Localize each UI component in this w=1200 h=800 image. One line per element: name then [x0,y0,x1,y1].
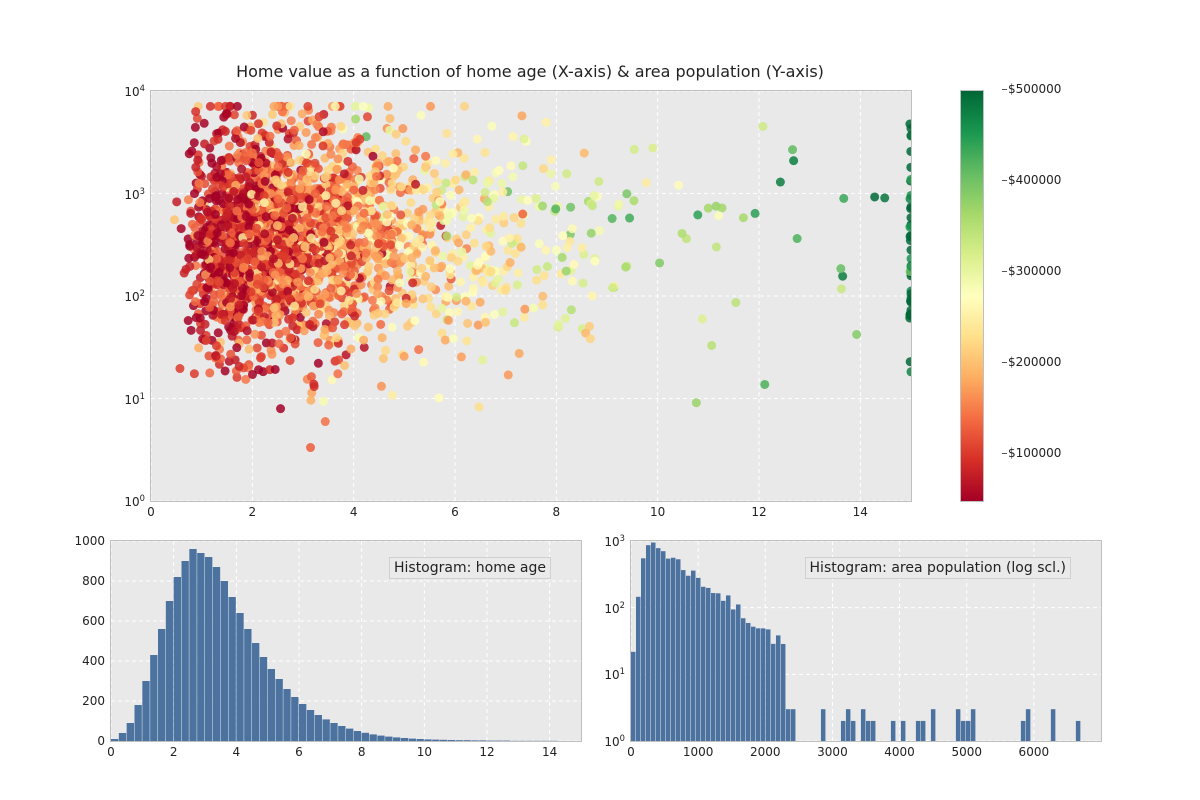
hist-pop-label: Histogram: area population (log scl.) [805,557,1071,579]
hist-age-xtick: 10 [417,745,432,759]
scatter-ytick-1e0: 100 [124,493,145,509]
scatter-xtick: 12 [751,505,766,519]
scatter-xtick: 2 [248,505,256,519]
hist-age-label: Histogram: home age [389,557,551,579]
hist-age-ytick: 200 [82,694,105,708]
scatter-xtick: 14 [853,505,868,519]
hist-age-ytick: 800 [82,574,105,588]
hist-age-ytick: 400 [82,654,105,668]
scatter-xtick: 10 [650,505,665,519]
hist-age-xtick: 2 [170,745,178,759]
hist-age-xtick: 6 [295,745,303,759]
hist-age-xtick: 0 [107,745,115,759]
colorbar-ticks: $100000$200000$300000$400000$500000 [982,90,1072,500]
scatter-canvas [151,91,911,501]
hist-pop-xtick: 5000 [951,745,982,759]
hist-age-xtick: 14 [542,745,557,759]
hist-pop-ytick-1e2: 102 [604,600,625,616]
scatter-xtick: 4 [350,505,358,519]
colorbar-tick: $200000 [1008,355,1061,369]
hist-age-ytick: 0 [97,734,105,748]
hist-pop-xtick: 3000 [817,745,848,759]
hist-age-ytick: 600 [82,614,105,628]
scatter-plot: 100 101 102 103 104 0 2 4 6 8 10 12 14 [150,90,912,502]
hist-age-xtick: 4 [233,745,241,759]
scatter-ytick-1e1: 101 [124,391,145,407]
hist-age-xtick: 12 [479,745,494,759]
colorbar [960,90,982,500]
main-title: Home value as a function of home age (X-… [150,62,910,81]
scatter-xtick: 8 [552,505,560,519]
scatter-ytick-1e3: 103 [124,186,145,202]
hist-pop-xtick: 4000 [884,745,915,759]
histogram-home-age: 0 200 400 600 800 1000 0 2 4 6 8 10 12 1… [110,540,582,742]
hist-pop-ytick-1e0: 100 [604,733,625,749]
hist-pop-xtick: 6000 [1019,745,1050,759]
colorbar-tick: $500000 [1008,82,1061,96]
scatter-ytick-1e2: 102 [124,288,145,304]
scatter-xtick: 0 [147,505,155,519]
colorbar-tick: $100000 [1008,446,1061,460]
hist-age-ytick: 1000 [74,534,105,548]
figure: Home value as a function of home age (X-… [0,0,1200,800]
scatter-ytick-1e4: 104 [124,83,145,99]
scatter-xtick: 6 [451,505,459,519]
hist-age-xtick: 8 [358,745,366,759]
hist-pop-xtick: 1000 [683,745,714,759]
hist-pop-ytick-1e1: 101 [604,666,625,682]
hist-pop-ytick-1e3: 103 [604,533,625,549]
histogram-area-population: 100 101 102 103 0 1000 2000 3000 4000 50… [630,540,1102,742]
hist-pop-xtick: 2000 [750,745,781,759]
colorbar-tick: $400000 [1008,173,1061,187]
hist-pop-xtick: 0 [627,745,635,759]
colorbar-tick: $300000 [1008,264,1061,278]
